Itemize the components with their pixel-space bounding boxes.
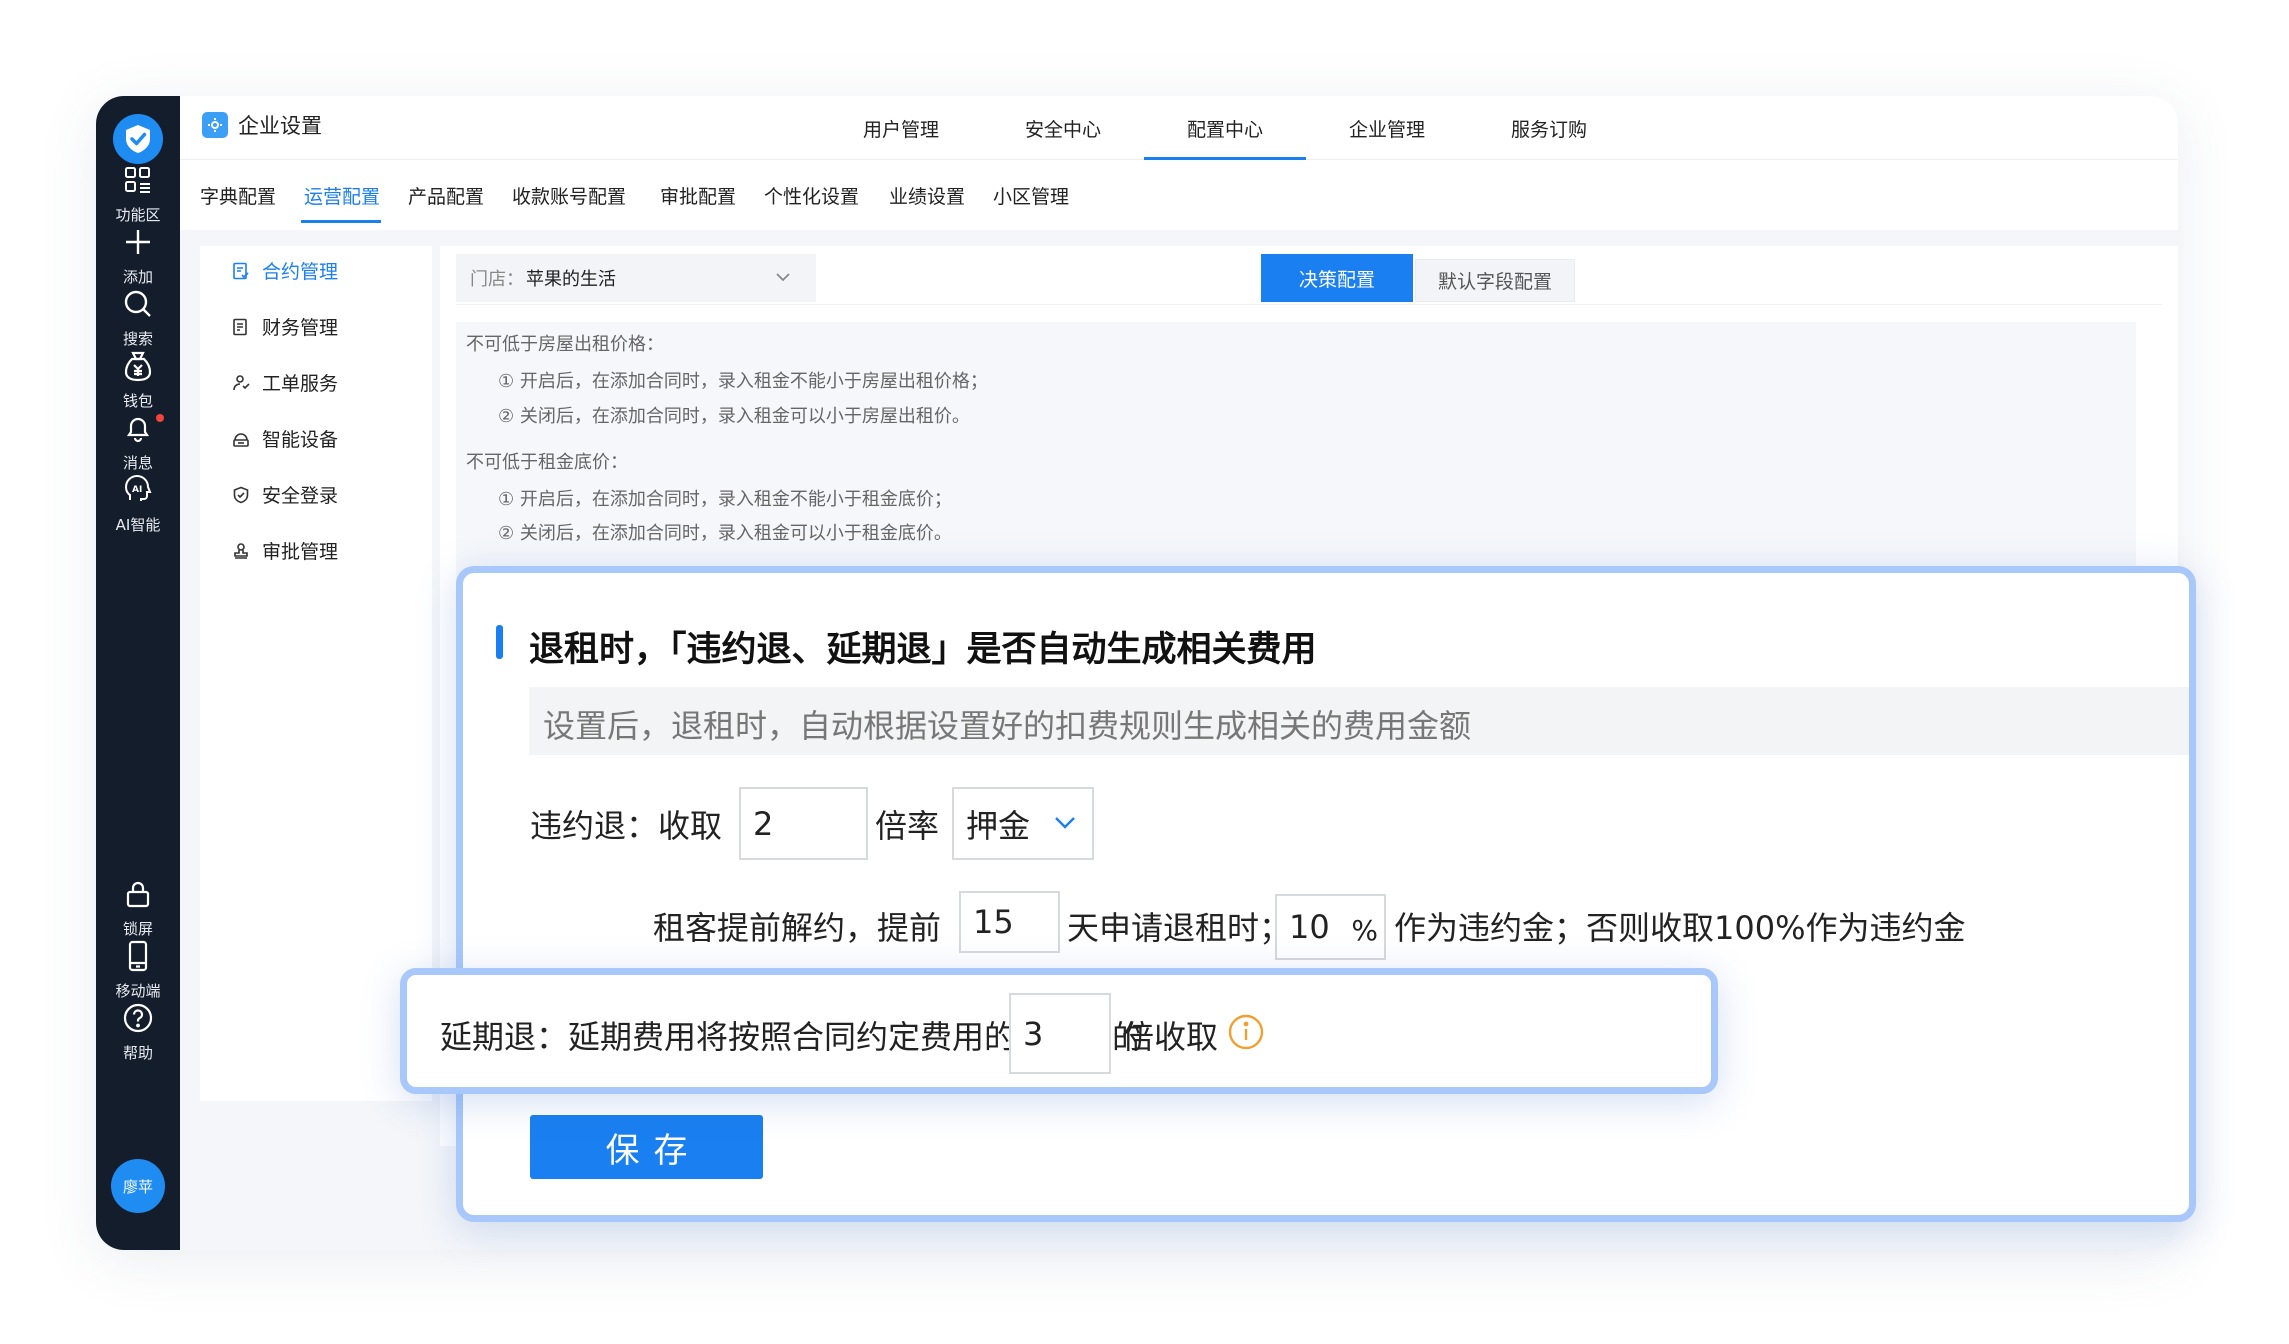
advance-percent-value: 10	[1289, 908, 1330, 946]
tab-operation-config[interactable]: 运营配置	[304, 182, 380, 209]
tab-payment-account-config[interactable]: 收款账号配置	[512, 182, 626, 209]
menu-item-label: 智能设备	[262, 429, 339, 451]
rail-item-messages[interactable]: 消息	[96, 406, 180, 473]
help-icon	[96, 996, 180, 1040]
desc-heading: 不可低于房屋出租价格：	[466, 334, 664, 355]
tab-approval-config[interactable]: 审批配置	[660, 182, 736, 209]
advance-days-input[interactable]: 15	[959, 891, 1060, 953]
shield-check-icon	[126, 125, 150, 153]
menu-item-label: 合约管理	[262, 261, 339, 283]
page-title: 企业设置	[238, 114, 322, 138]
menu-item-approval[interactable]: 审批管理	[232, 537, 338, 564]
tab-personalization[interactable]: 个性化设置	[764, 182, 859, 209]
tab-community-management[interactable]: 小区管理	[993, 182, 1069, 209]
refund-fee-settings-card: 退租时，「违约退、延期退」是否自动生成相关费用 设置后，退租时，自动根据设置好的…	[456, 566, 2196, 1222]
wallet-icon	[96, 344, 180, 388]
rail-item-lock[interactable]: 锁屏	[96, 872, 180, 939]
menu-item-label: 财务管理	[262, 317, 339, 339]
info-icon[interactable]	[1227, 1013, 1265, 1051]
top-header: 企业设置 用户管理 安全中心 配置中心 企业管理 服务订购	[180, 96, 2178, 160]
menu-item-smart-device[interactable]: 智能设备	[232, 425, 338, 452]
rail-label: 帮助	[122, 1044, 153, 1062]
advance-prefix: 租客提前解约，提前	[653, 909, 942, 947]
tab-dictionary-config[interactable]: 字典配置	[200, 182, 276, 209]
desc-line: ② 关闭后，在添加合同时，录入租金可以小于房屋出租价。	[498, 406, 970, 427]
menu-item-secure-login[interactable]: 安全登录	[232, 481, 338, 508]
ai-icon: AI	[96, 468, 180, 512]
approval-icon	[234, 542, 248, 559]
finance-icon	[233, 318, 247, 335]
contract-icon	[233, 262, 249, 279]
store-select[interactable]: 门店： 苹果的生活	[456, 254, 816, 302]
device-icon	[233, 432, 249, 447]
mobile-icon	[96, 934, 180, 978]
search-icon	[96, 282, 180, 326]
desc-line: ① 开启后，在添加合同时，录入租金不能小于租金底价；	[498, 489, 952, 510]
plus-icon	[96, 220, 180, 264]
card-subtitle: 设置后，退租时，自动根据设置好的扣费规则生成相关的费用金额	[543, 707, 1472, 745]
rail-item-add[interactable]: 添加	[96, 220, 180, 287]
notification-dot	[156, 414, 164, 422]
rail-item-ai[interactable]: AI AI智能	[96, 468, 180, 535]
active-tab-underline	[301, 220, 381, 223]
tab-product-config[interactable]: 产品配置	[408, 182, 484, 209]
rate-label: 倍率	[875, 807, 940, 845]
desc-line: ② 关闭后，在添加合同时，录入租金可以小于租金底价。	[498, 523, 952, 544]
advance-suffix: 作为违约金；否则收取100%作为违约金	[1394, 909, 1966, 947]
rail-item-wallet[interactable]: 钱包	[96, 344, 180, 411]
menu-item-contract[interactable]: 合约管理	[232, 257, 338, 284]
left-menu: 合约管理 财务管理 工单服务 智能设备 安全登录 审批管理	[200, 246, 432, 1101]
menu-item-label: 工单服务	[262, 373, 339, 395]
chevron-down-icon	[776, 273, 790, 282]
grid-icon	[96, 158, 180, 202]
tab-performance-settings[interactable]: 业绩设置	[889, 182, 965, 209]
tab-decision-config[interactable]: 决策配置	[1261, 254, 1413, 302]
nav-security-center[interactable]: 安全中心	[982, 96, 1144, 160]
shield-icon	[233, 486, 249, 503]
percent-sign: %	[1351, 914, 1378, 947]
bell-icon	[96, 406, 180, 450]
rail-label: AI智能	[115, 516, 161, 534]
rate-select-value: 押金	[966, 806, 1031, 845]
workorder-icon	[233, 374, 250, 390]
sub-tabs: 字典配置 运营配置 产品配置 收款账号配置 审批配置 个性化设置 业绩设置 小区…	[180, 160, 2178, 230]
title-accent-bar	[496, 625, 503, 659]
lock-icon	[96, 872, 180, 916]
menu-item-workorder[interactable]: 工单服务	[232, 369, 338, 396]
menu-item-finance[interactable]: 财务管理	[232, 313, 338, 340]
top-nav: 用户管理 安全中心 配置中心 企业管理 服务订购	[820, 96, 1630, 160]
delay-multiple-input[interactable]: 3	[1009, 993, 1111, 1074]
left-rail: 功能区 添加 搜索 钱包 消息 AI AI智能 锁屏 移动端 帮助 廖苹	[96, 96, 180, 1250]
desc-heading: 不可低于租金底价：	[466, 452, 628, 473]
menu-item-label: 安全登录	[262, 485, 339, 507]
breach-multiple-input[interactable]: 2	[739, 787, 868, 860]
breach-label: 违约退：收取	[530, 807, 723, 845]
delay-suffix: 倍收取	[1122, 1018, 1219, 1056]
delay-refund-card: 延期退：延期费用将按照合同约定费用的日单价的 3 倍收取	[400, 968, 1718, 1094]
rail-item-mobile[interactable]: 移动端	[96, 934, 180, 1001]
rail-item-search[interactable]: 搜索	[96, 282, 180, 349]
rate-select[interactable]: 押金	[952, 787, 1094, 860]
menu-item-label: 审批管理	[262, 541, 339, 563]
divider	[456, 304, 2162, 305]
nav-service-subscription[interactable]: 服务订购	[1468, 96, 1630, 160]
rail-item-functions[interactable]: 功能区	[96, 158, 180, 225]
store-value: 苹果的生活	[526, 269, 616, 290]
rail-item-help[interactable]: 帮助	[96, 996, 180, 1063]
app-logo[interactable]	[113, 114, 163, 164]
settings-icon	[202, 112, 228, 138]
chevron-down-icon	[1055, 817, 1075, 829]
page-title-area: 企业设置	[202, 110, 322, 140]
nav-user-management[interactable]: 用户管理	[820, 96, 982, 160]
nav-enterprise-management[interactable]: 企业管理	[1306, 96, 1468, 160]
save-button[interactable]: 保存	[530, 1115, 763, 1179]
desc-line: ① 开启后，在添加合同时，录入租金不能小于房屋出租价格；	[498, 371, 988, 392]
store-label: 门店：	[470, 269, 524, 290]
nav-config-center[interactable]: 配置中心	[1144, 96, 1306, 160]
tab-default-field-config[interactable]: 默认字段配置	[1415, 259, 1575, 302]
svg-text:AI: AI	[132, 485, 142, 495]
card-title: 退租时，「违约退、延期退」是否自动生成相关费用	[529, 630, 1317, 670]
user-avatar[interactable]: 廖苹	[111, 1159, 165, 1213]
advance-percent-input[interactable]: 10 %	[1275, 894, 1386, 960]
